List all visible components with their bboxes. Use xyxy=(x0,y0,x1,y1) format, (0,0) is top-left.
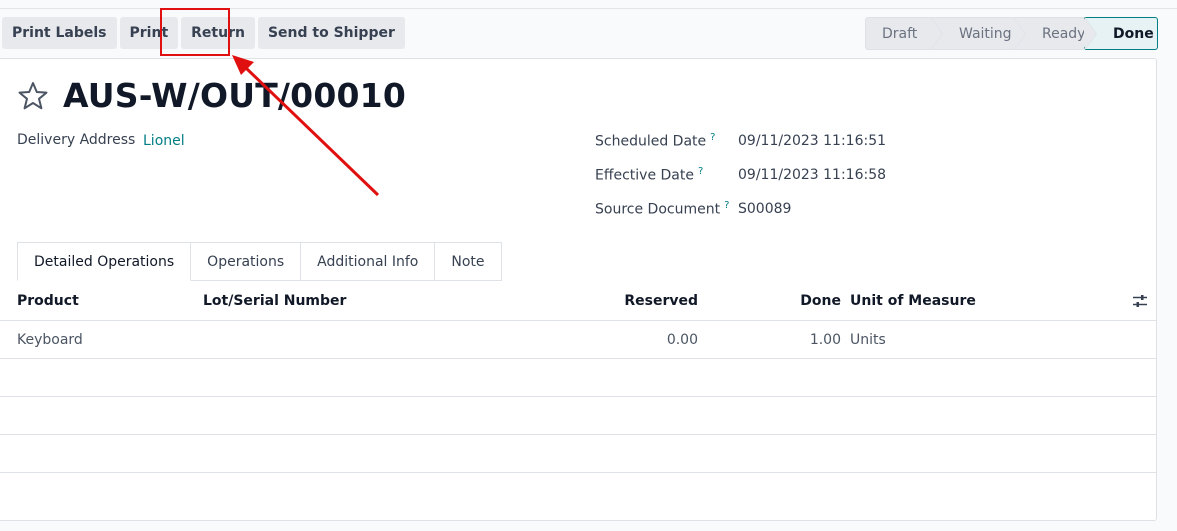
form-sheet: AUS-W/OUT/00010 Delivery Address Lionel … xyxy=(0,58,1157,521)
stage-waiting[interactable]: Waiting xyxy=(931,17,1026,50)
star-icon[interactable] xyxy=(17,80,49,112)
effective-date-label-text: Effective Date xyxy=(595,167,694,184)
form-view: Print Labels Print Return Send to Shippe… xyxy=(0,0,1177,531)
table-header: Product Lot/Serial Number Reserved Done … xyxy=(0,281,1157,321)
row-product: Keyboard xyxy=(17,331,83,348)
notebook-tabs: Detailed Operations Operations Additiona… xyxy=(17,242,502,281)
scheduled-date-label: Scheduled Date? xyxy=(595,132,715,150)
scheduled-date-value[interactable]: 09/11/2023 11:16:51 xyxy=(738,133,886,149)
row-done: 1.00 xyxy=(809,331,841,348)
table-row[interactable]: Keyboard 0.00 1.00 Units xyxy=(0,321,1157,359)
scheduled-date-help-icon[interactable]: ? xyxy=(710,132,715,143)
delivery-address-label: Delivery Address xyxy=(17,132,136,148)
effective-date-help-icon[interactable]: ? xyxy=(698,166,703,177)
empty-row xyxy=(0,473,1157,511)
return-highlight-box xyxy=(160,8,230,56)
column-header-uom[interactable]: Unit of Measure xyxy=(850,281,976,320)
effective-date-value: 09/11/2023 11:16:58 xyxy=(738,167,887,183)
column-header-product[interactable]: Product xyxy=(17,281,79,320)
row-uom: Units xyxy=(850,331,886,348)
column-header-lot[interactable]: Lot/Serial Number xyxy=(203,281,346,320)
column-header-reserved[interactable]: Reserved xyxy=(624,281,698,320)
tab-note[interactable]: Note xyxy=(435,242,502,281)
stage-draft[interactable]: Draft xyxy=(865,17,943,50)
column-settings[interactable] xyxy=(1132,281,1148,320)
scheduled-date-label-text: Scheduled Date xyxy=(595,133,707,150)
empty-row xyxy=(0,397,1157,435)
source-document-label: Source Document? xyxy=(595,200,729,218)
tab-detailed-operations[interactable]: Detailed Operations xyxy=(17,242,192,281)
status-bar: Draft Waiting Ready Done xyxy=(865,17,1158,50)
sliders-icon[interactable] xyxy=(1132,293,1148,309)
tab-operations[interactable]: Operations xyxy=(191,242,302,281)
print-labels-button[interactable]: Print Labels xyxy=(2,17,117,49)
column-header-done[interactable]: Done xyxy=(800,281,841,320)
delivery-address-link[interactable]: Lionel xyxy=(143,133,185,149)
record-title: AUS-W/OUT/00010 xyxy=(63,76,406,115)
source-document-value[interactable]: S00089 xyxy=(738,201,791,217)
stage-done-label: Done xyxy=(1113,25,1154,42)
empty-row xyxy=(0,435,1157,473)
effective-date-label: Effective Date? xyxy=(595,166,703,184)
tab-additional-info[interactable]: Additional Info xyxy=(301,242,436,281)
title-row: AUS-W/OUT/00010 xyxy=(17,76,406,115)
empty-row xyxy=(0,359,1157,397)
row-reserved: 0.00 xyxy=(666,331,698,348)
source-document-help-icon[interactable]: ? xyxy=(724,200,729,211)
source-document-label-text: Source Document xyxy=(595,201,721,218)
send-to-shipper-button[interactable]: Send to Shipper xyxy=(257,17,405,49)
